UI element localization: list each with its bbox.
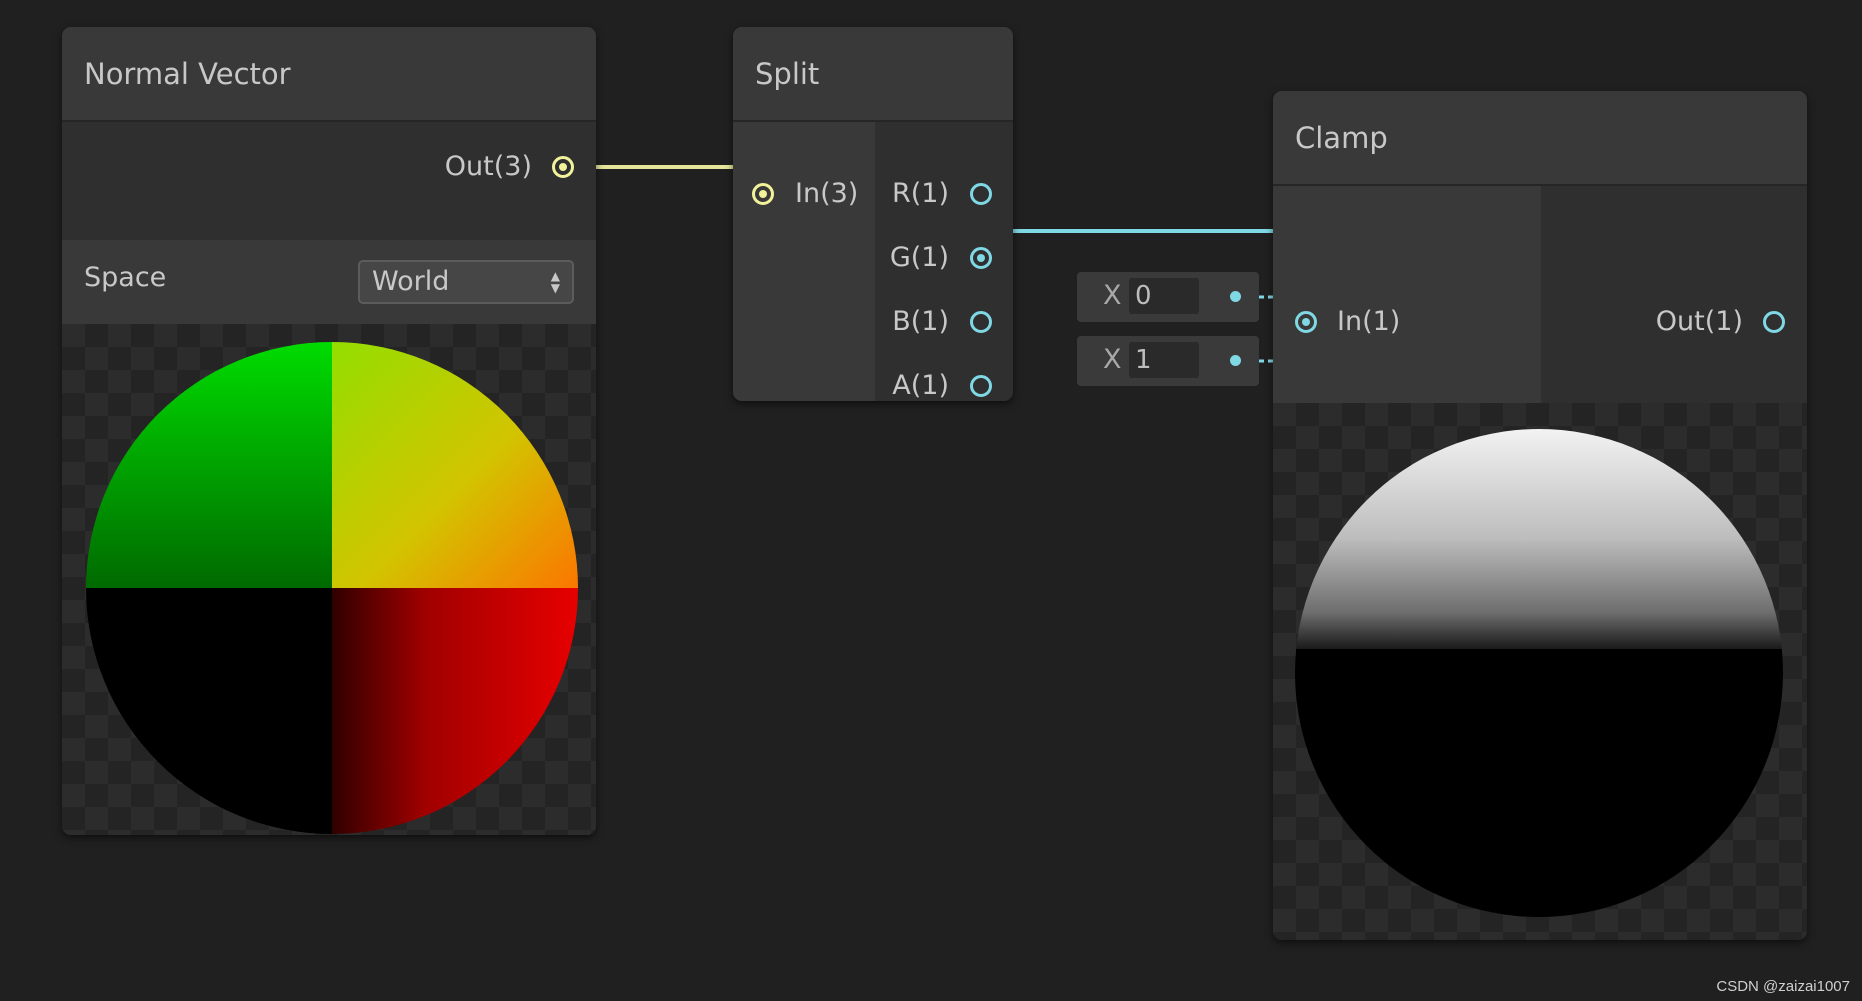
split-out-r-label: R(1) — [891, 178, 949, 209]
space-label: Space — [84, 262, 167, 293]
space-row: Space World ▲ ▼ — [62, 240, 596, 324]
out-port-label: Out(3) — [444, 151, 532, 182]
clamp-outputs-column: Out(1) — [1541, 186, 1807, 403]
split-out-b-port[interactable] — [970, 311, 992, 333]
split-out-r-port[interactable] — [970, 183, 992, 205]
watermark: CSDN @zaizai1007 — [1716, 978, 1850, 995]
min-value-input[interactable]: 0 — [1129, 278, 1199, 314]
split-inputs-column: In(3) — [733, 122, 875, 401]
clamp-in-port[interactable] — [1295, 311, 1317, 333]
clamp-out-label: Out(1) — [1655, 306, 1743, 337]
clamp-in-label: In(1) — [1337, 306, 1401, 337]
normal-vector-header[interactable]: Normal Vector — [62, 27, 596, 122]
normal-preview-sphere — [86, 342, 578, 834]
clamp-inputs-column: In(1) — [1273, 186, 1541, 403]
max-field-dot — [1230, 355, 1241, 366]
min-axis-label: X — [1103, 280, 1122, 311]
shader-graph-canvas[interactable]: Normal Vector Out(3) Space World ▲ ▼ Spl… — [0, 0, 1862, 1001]
space-dropdown[interactable]: World ▲ ▼ — [358, 260, 574, 304]
split-out-a-label: A(1) — [892, 370, 949, 401]
split-out-a-port[interactable] — [970, 375, 992, 397]
clamp-min-field[interactable]: X 0 — [1077, 272, 1259, 322]
clamp-header[interactable]: Clamp — [1273, 91, 1807, 186]
split-out-g-port[interactable] — [970, 247, 992, 269]
clamp-title: Clamp — [1295, 121, 1388, 155]
min-field-dot — [1230, 291, 1241, 302]
split-node[interactable]: Split In(3) R(1) G(1) B(1) A(1) — [733, 27, 1013, 401]
split-out-g-label: G(1) — [889, 242, 949, 273]
clamp-preview — [1273, 403, 1807, 940]
split-header[interactable]: Split — [733, 27, 1013, 122]
space-dropdown-value: World — [372, 266, 450, 297]
normal-vector-preview — [62, 324, 596, 835]
clamp-preview-sphere — [1295, 429, 1783, 917]
clamp-out-port[interactable] — [1763, 311, 1785, 333]
normal-vector-output-row: Out(3) — [62, 122, 596, 240]
out-port[interactable] — [552, 156, 574, 178]
split-in-label: In(3) — [795, 178, 859, 209]
normal-vector-title: Normal Vector — [84, 57, 291, 91]
split-title: Split — [755, 57, 820, 91]
updown-arrow-icon: ▲ ▼ — [550, 269, 560, 295]
clamp-max-field[interactable]: X 1 — [1077, 336, 1259, 386]
split-outputs-column: R(1) G(1) B(1) A(1) — [875, 122, 1013, 401]
max-axis-label: X — [1103, 344, 1122, 375]
normal-vector-node[interactable]: Normal Vector Out(3) Space World ▲ ▼ — [62, 27, 596, 835]
split-in-port[interactable] — [752, 183, 774, 205]
clamp-node[interactable]: Clamp In(1) Out(1) — [1273, 91, 1807, 940]
max-value-input[interactable]: 1 — [1129, 342, 1199, 378]
split-out-b-label: B(1) — [892, 306, 949, 337]
